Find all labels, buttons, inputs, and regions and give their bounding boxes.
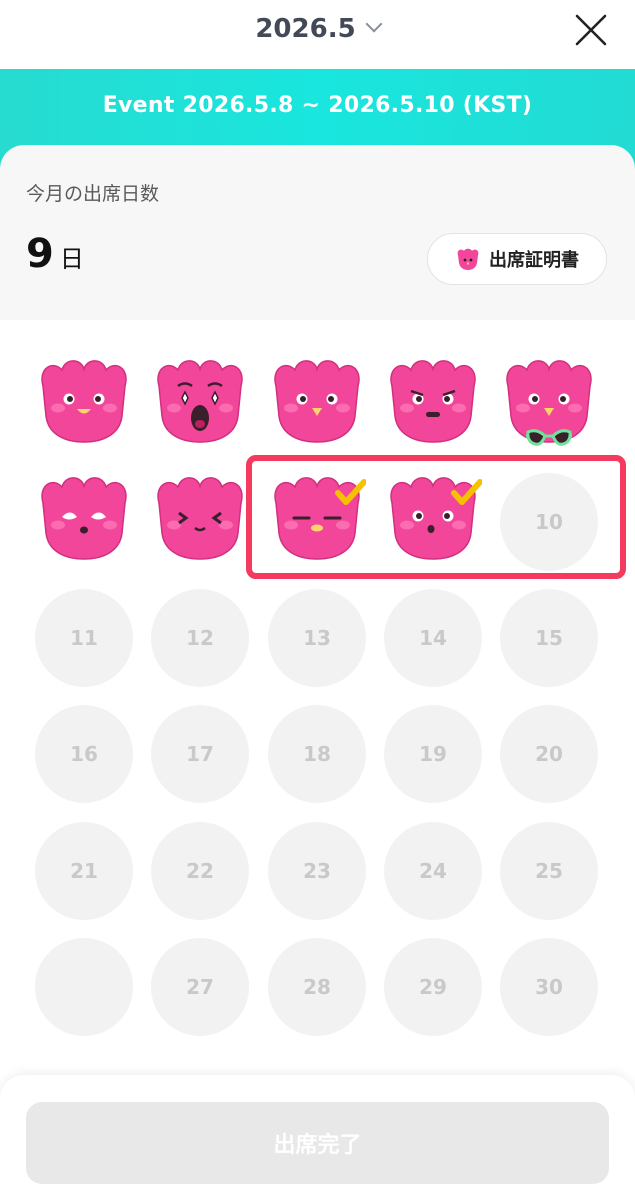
calendar-day-4 [384, 356, 482, 454]
calendar-day-label: 11 [70, 626, 98, 650]
chevron-down-icon[interactable] [365, 15, 383, 33]
calendar-day-29: 29 [384, 938, 482, 1036]
calendar-day-label: 18 [303, 742, 331, 766]
calendar-day-15: 15 [500, 589, 598, 687]
calendar-day-28: 28 [268, 938, 366, 1036]
calendar-day-21: 21 [35, 822, 133, 920]
attendance-label: 今月の出席日数 [26, 183, 160, 205]
attendance-complete-button[interactable]: 出席完了 [26, 1102, 609, 1184]
calendar-day-23: 23 [268, 822, 366, 920]
calendar-day-11: 11 [35, 589, 133, 687]
mascot-stamp-icon [41, 360, 127, 443]
event-period: Event 2026.5.8 ~ 2026.5.10 (KST) [102, 93, 533, 118]
month-selector[interactable]: 2026.5 [0, 14, 635, 44]
attendance-count-number: 9 [26, 231, 54, 277]
calendar-day-label: 10 [535, 510, 563, 534]
calendar-day-label: 17 [186, 742, 214, 766]
calendar-day-label: 16 [70, 742, 98, 766]
calendar-day-label: 20 [535, 742, 563, 766]
close-icon[interactable] [573, 12, 609, 48]
calendar-day-7 [151, 473, 249, 571]
calendar-day-27: 27 [151, 938, 249, 1036]
calendar-day-5 [500, 356, 598, 454]
calendar-day-label: 29 [419, 975, 447, 999]
calendar-day-13: 13 [268, 589, 366, 687]
calendar-day-label: 21 [70, 859, 98, 883]
mascot-stamp-icon [390, 477, 482, 560]
calendar-day-label: 22 [186, 859, 214, 883]
calendar-day-22: 22 [151, 822, 249, 920]
calendar-day-16: 16 [35, 705, 133, 803]
calendar-day-19: 19 [384, 705, 482, 803]
calendar-day-6 [35, 473, 133, 571]
attendance-count-unit: 日 [59, 245, 84, 273]
calendar-day-8 [268, 473, 366, 571]
calendar-day-1 [35, 356, 133, 454]
calendar-day-cell-partial [35, 938, 133, 1036]
calendar-day-10: 10 [500, 473, 598, 571]
attendance-count: 9日 [26, 231, 84, 277]
mascot-stamp-icon [157, 360, 243, 443]
mascot-stamp-icon [274, 477, 366, 560]
month-title[interactable]: 2026.5 [255, 14, 355, 44]
bottom-panel: 出席完了 [0, 1075, 635, 1200]
mascot-stamp-icon [274, 360, 360, 443]
calendar-day-label: 23 [303, 859, 331, 883]
certificate-button[interactable]: 出席証明書 [427, 233, 607, 285]
calendar-day-label: 14 [419, 626, 447, 650]
calendar-day-25: 25 [500, 822, 598, 920]
calendar-day-12: 12 [151, 589, 249, 687]
calendar-day-label: 13 [303, 626, 331, 650]
calendar-day-30: 30 [500, 938, 598, 1036]
calendar-day-2 [151, 356, 249, 454]
calendar-day-18: 18 [268, 705, 366, 803]
calendar-day-3 [268, 356, 366, 454]
attendance-summary: 今月の出席日数 9日 出席証明書 [0, 145, 635, 320]
calendar-day-label: 15 [535, 626, 563, 650]
calendar-day-17: 17 [151, 705, 249, 803]
mascot-stamp-icon [390, 360, 476, 443]
mascot-stamp-icon [157, 477, 243, 560]
top-bar: 2026.5 [0, 0, 635, 69]
mascot-stamp-icon [41, 477, 127, 560]
calendar-day-24: 24 [384, 822, 482, 920]
calendar-day-label: 19 [419, 742, 447, 766]
calendar-day-label: 30 [535, 975, 563, 999]
close-button[interactable] [573, 12, 609, 48]
calendar-day-label: 24 [419, 859, 447, 883]
calendar-day-label: 27 [186, 975, 214, 999]
calendar-day-20: 20 [500, 705, 598, 803]
certificate-button-label[interactable]: 出席証明書 [489, 246, 579, 272]
pink-mascot-icon [457, 248, 479, 270]
mascot-stamp-icon [506, 360, 592, 446]
calendar-day-14: 14 [384, 589, 482, 687]
calendar-day-label: 28 [303, 975, 331, 999]
calendar-day-9 [384, 473, 482, 571]
calendar-grid: 1011121314151617181920212223242526272829… [0, 320, 635, 1200]
calendar-day-label: 12 [186, 626, 214, 650]
calendar-day-label: 25 [535, 859, 563, 883]
